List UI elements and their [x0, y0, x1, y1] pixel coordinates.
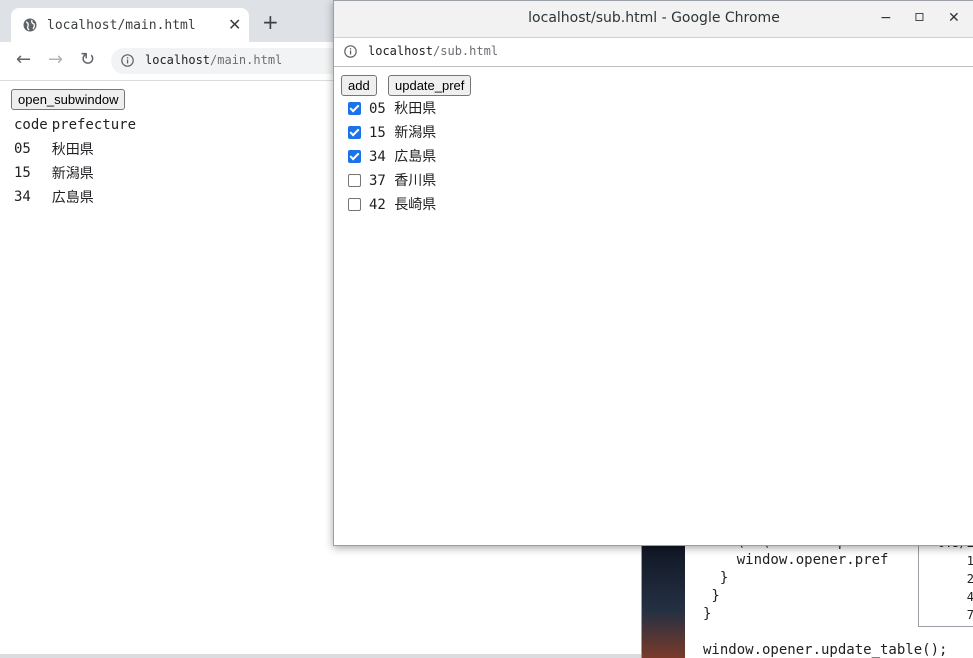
- checkbox-label: 42 長崎県: [369, 197, 437, 213]
- checkbox-label: 05 秋田県: [369, 101, 437, 117]
- url-host: localhost: [368, 44, 434, 58]
- table-row: 15 新潟県: [12, 161, 138, 185]
- open-subwindow-button[interactable]: open_subwindow: [11, 89, 126, 110]
- cell-prefecture: 新潟県: [51, 166, 94, 182]
- code-line: }: [703, 588, 720, 604]
- checkbox-label: 15 新潟県: [369, 125, 437, 141]
- minimize-icon[interactable]: −: [880, 9, 892, 27]
- popup-value: 1: [966, 554, 973, 568]
- url-path: /main.html: [210, 53, 283, 67]
- update-pref-button[interactable]: update_pref: [388, 75, 472, 96]
- table-row: 34 広島県: [12, 185, 138, 209]
- globe-icon: [23, 18, 37, 32]
- code-line: window.opener.pref: [703, 552, 889, 568]
- table-row: 05 秋田県: [12, 137, 138, 161]
- forward-icon[interactable]: →: [48, 50, 63, 70]
- tab-title: localhost/main.html: [47, 18, 196, 33]
- header-code: code: [14, 117, 48, 133]
- popup-value: 2: [966, 572, 973, 586]
- tab-close-icon[interactable]: ✕: [228, 15, 241, 34]
- line-number-popup: 0.5/2 1 2 4 7: [918, 536, 973, 627]
- cell-code: 34: [14, 189, 31, 205]
- checkbox[interactable]: [348, 198, 361, 211]
- sub-browser-window: localhost/sub.html - Google Chrome − ▫ ✕…: [333, 0, 973, 546]
- table-header-row: code prefecture: [12, 113, 138, 137]
- popup-value: 7: [966, 608, 973, 622]
- cell-prefecture: 広島県: [51, 190, 94, 206]
- window-titlebar[interactable]: localhost/sub.html - Google Chrome − ▫ ✕: [334, 1, 973, 38]
- window-close-icon[interactable]: ✕: [948, 9, 960, 27]
- info-icon[interactable]: [344, 45, 357, 58]
- checkbox[interactable]: [348, 126, 361, 139]
- code-line: }: [703, 606, 712, 622]
- popup-value: 4: [966, 590, 973, 604]
- cell-code: 15: [14, 165, 31, 181]
- code-line: }: [703, 570, 729, 586]
- desktop-wallpaper-strip: [642, 540, 685, 658]
- add-button[interactable]: add: [341, 75, 377, 96]
- cell-code: 05: [14, 141, 31, 157]
- sub-page-content: add update_pref 05 秋田県 15 新潟県 34 広島県 37 …: [334, 67, 973, 547]
- background-code-editor: if( !(window.opener. window.opener.pref …: [642, 536, 973, 658]
- new-tab-icon[interactable]: +: [262, 12, 279, 32]
- address-url: localhost/sub.html: [368, 44, 498, 58]
- cell-prefecture: 秋田県: [51, 142, 94, 158]
- tab-main[interactable]: localhost/main.html ✕: [11, 8, 249, 42]
- prefecture-table: code prefecture 05 秋田県 15 新潟県 34 広島県: [12, 113, 138, 209]
- sub-address-bar[interactable]: localhost/sub.html: [334, 38, 973, 67]
- checkbox-label: 37 香川県: [369, 173, 437, 189]
- checkbox[interactable]: [348, 174, 361, 187]
- checkbox[interactable]: [348, 102, 361, 115]
- url-path: /sub.html: [433, 44, 499, 58]
- maximize-icon[interactable]: ▫: [914, 7, 925, 25]
- info-icon[interactable]: [121, 54, 134, 67]
- checkbox-label: 34 広島県: [369, 149, 437, 165]
- code-line: window.opener.update_table();: [703, 642, 948, 658]
- header-prefecture: prefecture: [51, 117, 137, 133]
- address-url: localhost/main.html: [145, 53, 282, 67]
- window-bottom-edge: [0, 654, 641, 658]
- window-title: localhost/sub.html - Google Chrome: [528, 10, 780, 26]
- url-host: localhost: [145, 53, 211, 67]
- reload-icon[interactable]: ↻: [80, 50, 95, 70]
- checkbox[interactable]: [348, 150, 361, 163]
- back-icon[interactable]: ←: [16, 50, 31, 70]
